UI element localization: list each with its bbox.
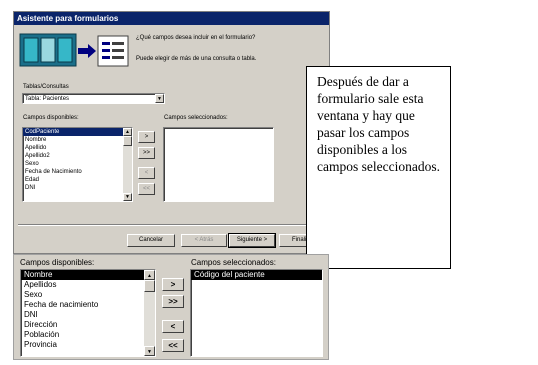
list-item[interactable]: Sexo — [21, 290, 155, 300]
list-item[interactable]: CodPaciente — [23, 128, 132, 136]
panel-selected-label: Campos seleccionados: — [191, 258, 276, 267]
panel-available-list[interactable]: Nombre Apellidos Sexo Fecha de nacimiento DN… — [20, 269, 156, 357]
list-item[interactable]: Provincia — [21, 340, 155, 350]
available-fields-label: Campos disponibles: — [23, 115, 79, 121]
scroll-down-icon[interactable]: ▼ — [144, 346, 155, 356]
list-item[interactable]: DNI — [23, 184, 132, 192]
list-item[interactable]: Código del paciente — [191, 270, 322, 280]
panel-remove-one-button[interactable]: < — [162, 320, 184, 333]
available-fields-scrollbar[interactable]: ▲ ▼ — [123, 128, 132, 201]
tables-dropdown-value: Tabla: Pacientes — [25, 96, 70, 102]
separator — [18, 224, 328, 226]
list-item[interactable]: Edad — [23, 176, 132, 184]
scroll-down-icon[interactable]: ▼ — [123, 193, 132, 201]
panel-available-scrollbar[interactable]: ▲ ▼ — [144, 270, 155, 356]
panel-available-items: Nombre Apellidos Sexo Fecha de nacimiento DN… — [21, 270, 155, 350]
explanation-note-text: Después de dar a formulario sale esta ve… — [317, 74, 440, 174]
list-item[interactable]: Apellidos — [21, 280, 155, 290]
cancel-button[interactable]: Cancelar — [127, 234, 175, 247]
panel-move-one-button[interactable]: > — [162, 278, 184, 291]
panel-selected-list[interactable]: Código del paciente — [190, 269, 323, 357]
scroll-thumb[interactable] — [144, 280, 155, 292]
tables-dropdown[interactable]: Tabla: Pacientes ▼ — [22, 93, 165, 104]
selected-fields-label: Campos seleccionados: — [164, 115, 228, 121]
scroll-thumb[interactable] — [123, 136, 132, 146]
move-one-button[interactable]: > — [138, 131, 155, 143]
fields-panel: Campos disponibles: Campos seleccionados… — [13, 254, 329, 360]
panel-remove-all-button[interactable]: << — [162, 339, 184, 352]
wizard-hint: Puede elegir de más de una consulta o ta… — [136, 56, 257, 62]
list-item[interactable]: Apellido — [23, 144, 132, 152]
list-item[interactable]: DNI — [21, 310, 155, 320]
explanation-note: Después de dar a formulario sale esta ve… — [306, 66, 451, 269]
scroll-up-icon[interactable]: ▲ — [123, 128, 132, 136]
list-item[interactable]: Nombre — [21, 270, 155, 280]
panel-available-label: Campos disponibles: — [20, 258, 95, 267]
list-item[interactable]: Población — [21, 330, 155, 340]
panel-selected-items: Código del paciente — [191, 270, 322, 280]
list-item[interactable]: Nombre — [23, 136, 132, 144]
available-fields-items: CodPaciente Nombre Apellido Apellido2 Sexo Fe… — [23, 128, 132, 192]
window-title: Asistente para formularios — [14, 12, 329, 25]
list-item[interactable]: Sexo — [23, 160, 132, 168]
list-item[interactable]: Apellido2 — [23, 152, 132, 160]
panel-move-all-button[interactable]: >> — [162, 295, 184, 308]
available-fields-list[interactable]: CodPaciente Nombre Apellido Apellido2 Sexo Fe… — [22, 127, 133, 202]
list-item[interactable]: Fecha de nacimiento — [21, 300, 155, 310]
wizard-question: ¿Qué campos desea incluir en el formular… — [136, 35, 256, 41]
wizard-illustration — [18, 30, 130, 72]
remove-one-button[interactable]: < — [138, 167, 155, 179]
scroll-up-icon[interactable]: ▲ — [144, 270, 155, 280]
list-item[interactable]: Dirección — [21, 320, 155, 330]
remove-all-button[interactable]: << — [138, 183, 155, 195]
move-all-button[interactable]: >> — [138, 147, 155, 159]
next-button[interactable]: Siguiente > — [228, 233, 276, 248]
form-wizard-window: Asistente para formularios ¿Qué campos d… — [13, 11, 330, 254]
list-item[interactable]: Fecha de Nacimiento — [23, 168, 132, 176]
tables-label: Tablas/Consultas — [23, 84, 69, 90]
back-button[interactable]: < Atrás — [181, 234, 227, 247]
selected-fields-list[interactable] — [163, 127, 274, 202]
chevron-down-icon[interactable]: ▼ — [155, 94, 164, 103]
